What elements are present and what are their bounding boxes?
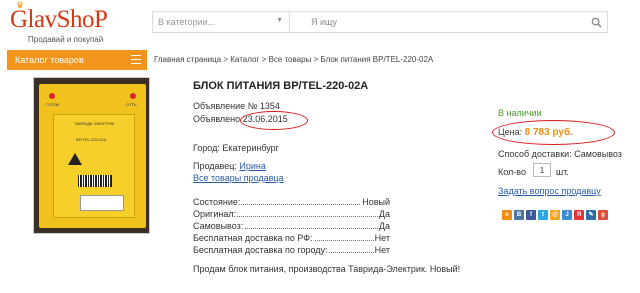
spec-row-free-delivery-city: Бесплатная доставка по городу: Нет bbox=[193, 245, 390, 255]
panel-model: BP/TEL-220-02А bbox=[76, 137, 107, 142]
photo-label-right: ОТТЬ bbox=[126, 102, 137, 107]
liveinternet-icon[interactable]: ✎ bbox=[586, 210, 596, 220]
facebook-icon[interactable]: f bbox=[526, 210, 536, 220]
warning-icon bbox=[68, 153, 82, 165]
led-indicator bbox=[130, 93, 136, 99]
share-buttons: o B f t @ J Я ✎ g bbox=[502, 210, 608, 220]
led-indicator bbox=[49, 93, 55, 99]
ad-number: Объявление № 1354 bbox=[193, 101, 280, 111]
search-input[interactable] bbox=[291, 12, 587, 32]
barcode-icon bbox=[78, 175, 112, 187]
category-select[interactable]: В категории... ▼ bbox=[153, 12, 290, 32]
product-title: БЛОК ПИТАНИЯ BP/TEL-220-02А bbox=[193, 80, 369, 92]
twitter-icon[interactable]: t bbox=[538, 210, 548, 220]
spec-row-original: Оригинал: Да bbox=[193, 209, 390, 219]
menu-icon bbox=[131, 55, 141, 64]
quantity-label: Кол-во bbox=[498, 167, 526, 177]
odnoklassniki-icon[interactable]: o bbox=[502, 210, 512, 220]
delivery-method: Способ доставки: Самовывоз bbox=[498, 149, 622, 159]
search-button[interactable] bbox=[585, 11, 607, 33]
city-line: Город: Екатеринбург bbox=[193, 143, 279, 153]
device-image: ГОТОВ ОТТЬ ТАВРИДА ЭЛЕКТРИК BP/TEL-220-0… bbox=[39, 84, 146, 228]
site-slogan: Продавай и покупай bbox=[28, 35, 104, 44]
spec-row-condition: Состояние: Новый bbox=[193, 197, 390, 207]
seller-line: Продавец: Ирина bbox=[193, 161, 266, 171]
quantity-input[interactable]: 1 bbox=[533, 163, 551, 177]
moimir-icon[interactable]: @ bbox=[550, 210, 560, 220]
livejournal-icon[interactable]: J bbox=[562, 210, 572, 220]
breadcrumb[interactable]: Главная страница > Каталог > Все товары … bbox=[154, 55, 433, 64]
brand-name: ♛ GlavShoP bbox=[10, 0, 108, 33]
product-photo[interactable]: ГОТОВ ОТТЬ ТАВРИДА ЭЛЕКТРИК BP/TEL-220-0… bbox=[33, 77, 150, 234]
crown-icon: ♛ bbox=[16, 0, 24, 10]
product-description: Продам блок питания, производства Таврид… bbox=[193, 264, 461, 274]
photo-label-left: ГОТОВ bbox=[46, 102, 60, 107]
seller-name-link[interactable]: Ирина bbox=[239, 161, 265, 171]
googleplus-icon[interactable]: g bbox=[598, 210, 608, 220]
quantity-unit: шт. bbox=[556, 167, 569, 177]
chevron-down-icon: ▼ bbox=[276, 17, 283, 24]
vkontakte-icon[interactable]: B bbox=[514, 210, 524, 220]
yandex-icon[interactable]: Я bbox=[574, 210, 584, 220]
device-panel: ТАВРИДА ЭЛЕКТРИК BP/TEL-220-02А bbox=[53, 114, 135, 218]
search-icon bbox=[591, 17, 602, 28]
search-bar: В категории... ▼ bbox=[152, 11, 608, 33]
spec-row-pickup: Самовывоз: Да bbox=[193, 221, 390, 231]
device-sticker bbox=[80, 195, 124, 211]
seller-all-items-link[interactable]: Все товары продавца bbox=[193, 173, 284, 183]
panel-brand: ТАВРИДА ЭЛЕКТРИК bbox=[74, 121, 115, 126]
highlight-circle-date bbox=[240, 111, 308, 130]
availability-status: В наличии bbox=[498, 108, 542, 118]
site-logo[interactable]: ♛ GlavShoP Продавай и покупай bbox=[10, 0, 130, 46]
catalog-button[interactable]: Каталог товаров bbox=[7, 50, 147, 70]
ask-seller-link[interactable]: Задать вопрос продавцу bbox=[498, 186, 601, 196]
highlight-circle-price bbox=[492, 120, 615, 145]
spec-row-free-delivery-rf: Бесплатная доставка по РФ: Нет bbox=[193, 233, 390, 243]
